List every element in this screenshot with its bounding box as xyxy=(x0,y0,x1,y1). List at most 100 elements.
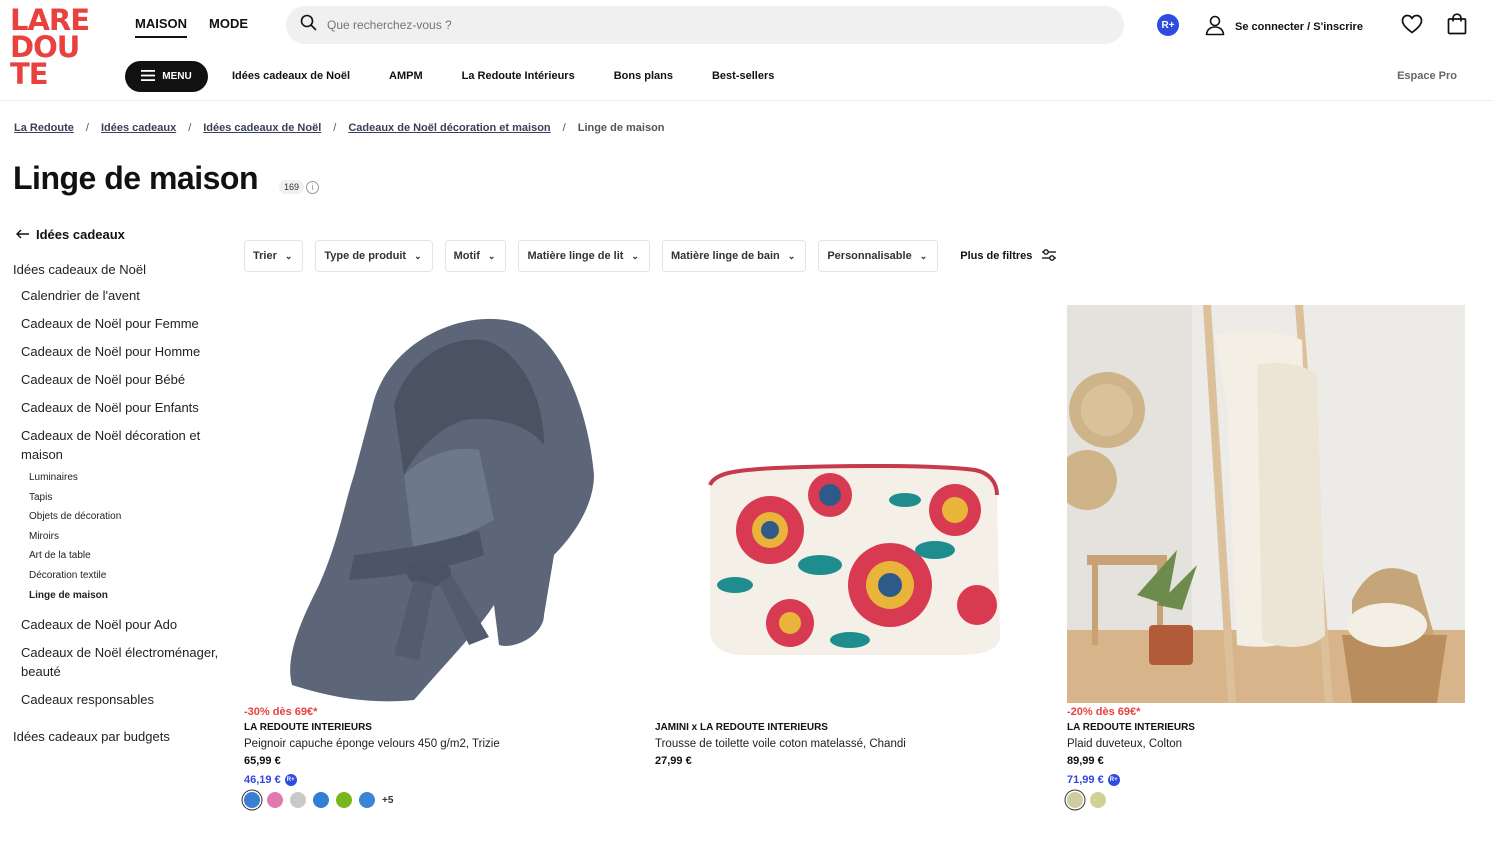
chevron-down-icon: ⌄ xyxy=(919,250,928,261)
heart-icon[interactable] xyxy=(1401,14,1423,39)
search-icon[interactable] xyxy=(300,14,317,36)
color-swatch[interactable] xyxy=(244,792,260,808)
filter-label: Trier xyxy=(253,250,277,262)
sliders-icon xyxy=(1041,248,1057,265)
sidebar-subitem-miroirs[interactable]: Miroirs xyxy=(13,527,228,547)
nav-bons-plans[interactable]: Bons plans xyxy=(614,70,673,82)
filter-motif[interactable]: Motif ⌄ xyxy=(444,240,507,272)
product-brand: JAMINI x LA REDOUTE INTERIEURS xyxy=(655,722,828,733)
bag-icon[interactable] xyxy=(1446,13,1468,40)
breadcrumb: La Redoute / Idées cadeaux / Idées cadea… xyxy=(14,122,665,134)
top-nav: MAISON MODE xyxy=(135,16,248,38)
sidebar-back-label: Idées cadeaux xyxy=(36,227,125,242)
sidebar-subitem-tapis[interactable]: Tapis xyxy=(13,488,228,508)
product-image-plaid[interactable] xyxy=(1067,305,1465,703)
breadcrumb-link[interactable]: Idées cadeaux de Noël xyxy=(203,122,321,134)
filter-personnalisable[interactable]: Personnalisable ⌄ xyxy=(818,240,939,272)
arrow-left-icon xyxy=(16,227,30,242)
espace-pro-link[interactable]: Espace Pro xyxy=(1397,70,1457,82)
chevron-down-icon: ⌄ xyxy=(631,250,639,261)
product-brand: LA REDOUTE INTERIEURS xyxy=(244,722,372,733)
promo-label xyxy=(655,706,1053,722)
product-card[interactable]: JAMINI x LA REDOUTE INTERIEURS Trousse d… xyxy=(655,305,1053,771)
tab-maison[interactable]: MAISON xyxy=(135,16,187,38)
menu-button[interactable]: MENU xyxy=(125,61,208,92)
breadcrumb-link[interactable]: Cadeaux de Noël décoration et maison xyxy=(348,122,550,134)
account-label: Se connecter / S'inscrire xyxy=(1235,20,1363,33)
search-input[interactable] xyxy=(327,18,1087,32)
chevron-down-icon: ⌄ xyxy=(284,250,293,261)
sidebar-subitem-decoration-textile[interactable]: Décoration textile xyxy=(13,566,228,586)
chevron-down-icon: ⌄ xyxy=(414,250,422,261)
color-swatch[interactable] xyxy=(290,792,306,808)
rplus-icon[interactable]: R+ xyxy=(1157,14,1179,36)
product-price: 27,99 € xyxy=(655,755,692,767)
sidebar-item-budgets[interactable]: Idées cadeaux par budgets xyxy=(13,729,228,744)
sidebar-item-ado[interactable]: Cadeaux de Noël pour Ado xyxy=(13,615,228,634)
info-icon[interactable]: i xyxy=(306,181,319,194)
sidebar-item-calendrier[interactable]: Calendrier de l'avent xyxy=(13,286,228,305)
filter-matiere-bain[interactable]: Matière linge de bain ⌄ xyxy=(661,240,807,272)
breadcrumb-link[interactable]: La Redoute xyxy=(14,122,74,134)
user-icon xyxy=(1204,14,1226,39)
search-bar[interactable] xyxy=(286,6,1124,44)
color-swatch[interactable] xyxy=(359,792,375,808)
filter-type-produit[interactable]: Type de produit ⌄ xyxy=(315,240,433,272)
more-filters-label: Plus de filtres xyxy=(960,250,1033,262)
sidebar-subitem-luminaires[interactable]: Luminaires xyxy=(13,468,228,488)
sidebar-item-enfants[interactable]: Cadeaux de Noël pour Enfants xyxy=(13,398,228,417)
sidebar-item-femme[interactable]: Cadeaux de Noël pour Femme xyxy=(13,314,228,333)
sidebar-item-electromenager[interactable]: Cadeaux de Noël électroménager, beauté xyxy=(13,643,228,681)
breadcrumb-separator: / xyxy=(188,122,192,134)
product-image-pouch[interactable] xyxy=(655,305,1053,703)
sidebar-subitem-art-table[interactable]: Art de la table xyxy=(13,546,228,566)
breadcrumb-current: Linge de maison xyxy=(577,122,665,134)
more-colors-link[interactable]: +5 xyxy=(382,795,393,806)
product-name[interactable]: Peignoir capuche éponge velours 450 g/m2… xyxy=(244,738,642,755)
sidebar-item-responsables[interactable]: Cadeaux responsables xyxy=(13,690,228,709)
sidebar-subitem-linge-maison[interactable]: Linge de maison xyxy=(13,586,228,606)
member-price: 46,19 € R+ xyxy=(244,771,642,788)
sidebar-item-bebe[interactable]: Cadeaux de Noël pour Bébé xyxy=(13,370,228,389)
filter-matiere-lit[interactable]: Matière linge de lit ⌄ xyxy=(518,240,650,272)
promo-label: -30% dès 69€* xyxy=(244,706,318,718)
product-card[interactable]: -30% dès 69€* LA REDOUTE INTERIEURS Peig… xyxy=(244,305,642,808)
color-swatch[interactable] xyxy=(1090,792,1106,808)
filter-label: Matière linge de lit xyxy=(527,250,624,262)
more-filters-button[interactable]: Plus de filtres xyxy=(960,248,1057,265)
breadcrumb-separator: / xyxy=(85,122,89,134)
product-image-bathrobe[interactable] xyxy=(244,305,642,703)
account-link[interactable]: Se connecter / S'inscrire xyxy=(1204,14,1363,39)
tab-mode[interactable]: MODE xyxy=(209,16,248,38)
color-swatch[interactable] xyxy=(313,792,329,808)
product-name[interactable]: Plaid duveteux, Colton xyxy=(1067,738,1465,755)
color-swatch[interactable] xyxy=(336,792,352,808)
la-redoute-logo[interactable]: LARE DOU TE xyxy=(10,6,94,90)
product-card[interactable]: -20% dès 69€* LA REDOUTE INTERIEURS Plai… xyxy=(1067,305,1465,808)
sidebar-categories: Idées cadeaux de Noël Calendrier de l'av… xyxy=(13,262,228,753)
sidebar-item-decoration-maison[interactable]: Cadeaux de Noël décoration et maison xyxy=(13,426,228,464)
nav-best-sellers[interactable]: Best-sellers xyxy=(712,70,774,82)
filter-bar: Trier ⌄ Type de produit ⌄ Motif ⌄ Matière l… xyxy=(244,240,1057,272)
chevron-down-icon: ⌄ xyxy=(787,250,796,261)
sidebar-item-parent[interactable]: Idées cadeaux de Noël xyxy=(13,262,228,277)
sidebar-subitem-objets-decoration[interactable]: Objets de décoration xyxy=(13,507,228,527)
logo-line-3: TE xyxy=(10,57,49,91)
filter-label: Personnalisable xyxy=(827,250,912,262)
member-price: 71,99 € R+ xyxy=(1067,771,1465,788)
filter-trier[interactable]: Trier ⌄ xyxy=(244,240,304,272)
sidebar-back-link[interactable]: Idées cadeaux xyxy=(16,227,125,242)
product-brand: LA REDOUTE INTERIEURS xyxy=(1067,722,1195,733)
nav-idees-cadeaux-noel[interactable]: Idées cadeaux de Noël xyxy=(232,70,350,82)
sidebar-item-homme[interactable]: Cadeaux de Noël pour Homme xyxy=(13,342,228,361)
nav-la-redoute-interieurs[interactable]: La Redoute Intérieurs xyxy=(462,70,575,82)
color-swatch[interactable] xyxy=(1067,792,1083,808)
color-swatch[interactable] xyxy=(267,792,283,808)
filter-label: Matière linge de bain xyxy=(670,250,780,262)
nav-ampm[interactable]: AMPM xyxy=(389,70,423,82)
menu-label: MENU xyxy=(162,71,192,82)
breadcrumb-link[interactable]: Idées cadeaux xyxy=(101,122,176,134)
product-name[interactable]: Trousse de toilette voile coton matelass… xyxy=(655,738,1053,755)
secondary-nav: Idées cadeaux de Noël AMPM La Redoute In… xyxy=(232,70,813,82)
product-price: 65,99 € xyxy=(244,755,281,767)
